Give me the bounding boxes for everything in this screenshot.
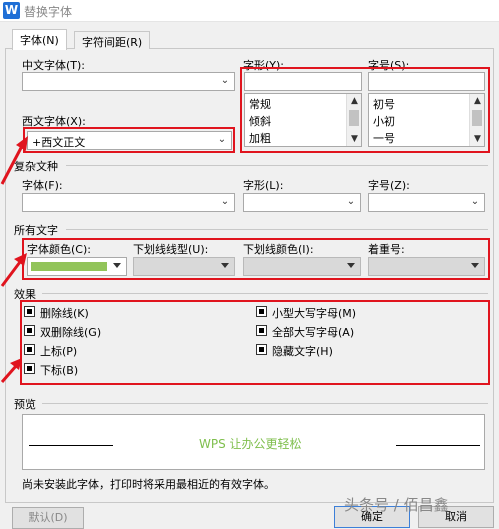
highlight-box-all-text (22, 238, 490, 280)
watermark-text: 头条号 / 佰昌鑫 (344, 496, 449, 514)
highlight-box-western-font (23, 127, 235, 153)
preview-box: WPS 让办公更轻松 (22, 414, 485, 470)
complex-style-label: 字形(L): (243, 179, 284, 192)
chinese-font-select[interactable]: ⌄ (22, 72, 235, 91)
default-button[interactable]: 默认(D) (12, 507, 84, 529)
chevron-down-icon: ⌄ (346, 196, 356, 207)
all-text-section-title: 所有文字 (14, 224, 58, 237)
chevron-down-icon: ⌄ (220, 75, 230, 86)
complex-size-label: 字号(Z): (368, 179, 410, 192)
chinese-font-label: 中文字体(T): (22, 59, 86, 72)
red-arrow-icon (0, 358, 22, 383)
title-bar (0, 0, 499, 22)
preview-baseline (396, 445, 480, 446)
complex-style-select[interactable]: ⌄ (243, 193, 361, 212)
tab-character-spacing[interactable]: 字符间距(R) (74, 31, 151, 49)
complex-section-title: 复杂文种 (14, 160, 58, 173)
complex-font-label: 字体(F): (22, 179, 63, 192)
section-divider (42, 293, 488, 294)
chevron-down-icon: ⌄ (220, 196, 230, 207)
complex-size-select[interactable]: ⌄ (368, 193, 485, 212)
preview-section-title: 预览 (14, 398, 36, 411)
chevron-down-icon: ⌄ (470, 196, 480, 207)
wps-writer-icon: W (3, 2, 20, 19)
complex-font-select[interactable]: ⌄ (22, 193, 235, 212)
highlight-box-style-size (240, 67, 490, 153)
window-title: 替换字体 (24, 5, 73, 19)
red-arrow-icon (0, 253, 27, 287)
section-divider (66, 165, 488, 166)
highlight-box-effects (20, 300, 490, 385)
preview-sample-text: WPS 让办公更轻松 (199, 437, 302, 451)
tab-font[interactable]: 字体(N) (12, 29, 67, 50)
font-not-installed-note: 尚未安装此字体，打印时将采用最相近的有效字体。 (22, 478, 275, 491)
section-divider (66, 229, 488, 230)
section-divider (42, 403, 488, 404)
preview-baseline (29, 445, 113, 446)
